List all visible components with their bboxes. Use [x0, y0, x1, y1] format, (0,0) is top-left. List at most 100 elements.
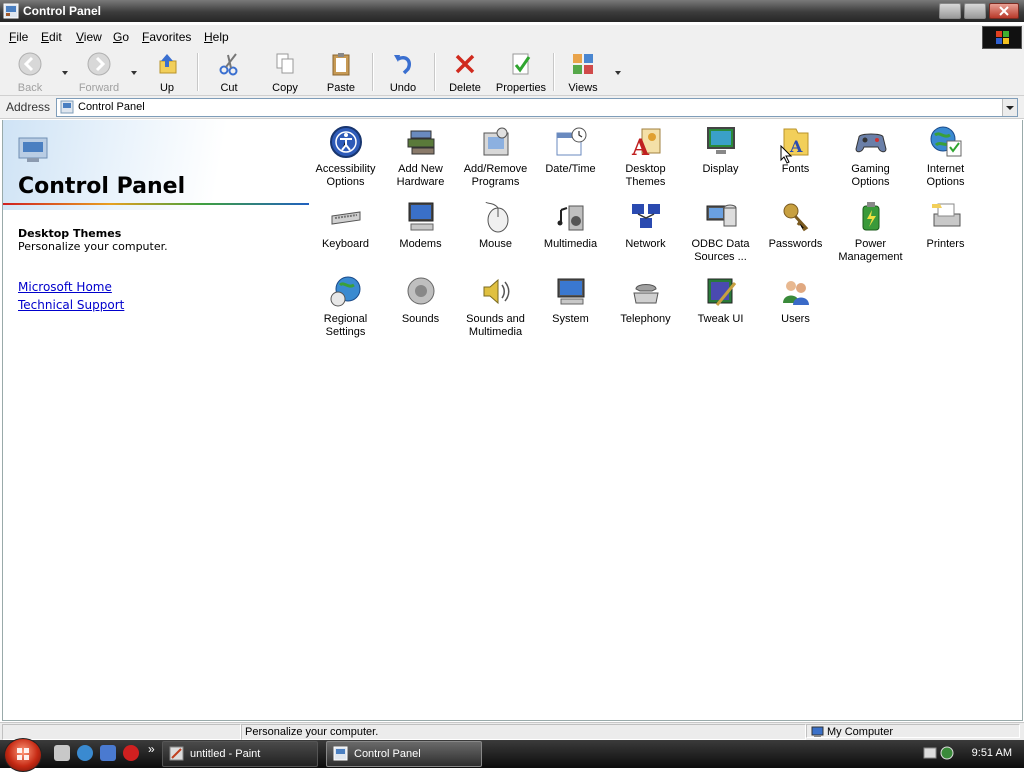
menu-favorites[interactable]: Favorites — [142, 30, 191, 44]
tweak-ui-item[interactable]: Tweak UI — [683, 273, 758, 326]
control-panel-large-icon — [18, 137, 48, 162]
views-button[interactable]: Views — [566, 51, 600, 94]
modems-item[interactable]: Modems — [383, 198, 458, 251]
menu-bar: File Edit View Go Favorites Help — [0, 25, 1024, 50]
quicklaunch-overflow-chevron[interactable]: » — [148, 742, 155, 756]
title-divider — [3, 203, 309, 205]
svg-text:A: A — [631, 135, 650, 159]
network-icon — [631, 204, 660, 228]
menu-view[interactable]: View — [76, 30, 102, 44]
technical-support-link[interactable]: Technical Support — [18, 298, 124, 312]
status-message: Personalize your computer. — [241, 724, 806, 740]
modem-icon — [408, 202, 433, 231]
quicklaunch-internet-explorer-icon[interactable] — [77, 745, 93, 761]
date-time-item[interactable]: Date/Time — [533, 123, 608, 176]
clipboard-icon — [332, 53, 350, 76]
views-grid-icon — [573, 54, 593, 74]
address-value: Control Panel — [78, 101, 145, 113]
power-management-item[interactable]: Power Management — [833, 198, 908, 264]
menu-help[interactable]: Help — [204, 30, 229, 44]
windows-logo-throbber — [982, 26, 1022, 49]
undo-arrow-icon — [394, 55, 411, 75]
gaming-options-item[interactable]: Gaming Options — [833, 123, 908, 189]
page-title: Control Panel — [18, 174, 186, 199]
copy-button[interactable]: Copy — [268, 51, 302, 94]
selected-item-name: Desktop Themes — [18, 227, 122, 240]
cut-button[interactable]: Cut — [212, 51, 246, 94]
mouse-icon — [485, 201, 508, 233]
paste-button[interactable]: Paste — [323, 51, 359, 94]
system-tray: 9:51 AM — [920, 740, 1024, 768]
start-button[interactable] — [4, 738, 42, 772]
network-item[interactable]: Network — [608, 198, 683, 251]
menu-edit[interactable]: Edit — [41, 30, 62, 44]
close-button[interactable] — [989, 3, 1019, 19]
close-icon — [999, 6, 1009, 16]
forward-arrow-icon — [87, 52, 111, 76]
odbc-data-sources-item[interactable]: ODBC Data Sources ... — [683, 198, 758, 264]
printers-item[interactable]: Printers — [908, 198, 983, 251]
properties-icon — [512, 53, 531, 75]
maximize-button[interactable] — [964, 3, 986, 19]
toolbar-separator — [372, 53, 374, 91]
clock[interactable]: 9:51 AM — [972, 747, 1012, 759]
keys-icon — [783, 203, 808, 232]
internet-options-item[interactable]: Internet Options — [908, 123, 983, 189]
control-panel-small-icon — [60, 100, 74, 114]
views-dropdown[interactable] — [615, 71, 621, 75]
delete-button[interactable]: Delete — [446, 51, 484, 94]
status-zone: My Computer — [806, 724, 1020, 738]
back-dropdown[interactable] — [62, 71, 68, 75]
monitor-icon — [706, 127, 735, 154]
microsoft-home-link[interactable]: Microsoft Home — [18, 280, 112, 294]
up-button[interactable]: Up — [150, 51, 184, 94]
back-arrow-icon — [18, 52, 42, 76]
forward-dropdown[interactable] — [131, 71, 137, 75]
menu-go[interactable]: Go — [113, 30, 129, 44]
quicklaunch-opera-icon[interactable] — [123, 745, 139, 761]
globe-icon — [930, 126, 961, 157]
up-folder-icon — [159, 54, 177, 74]
passwords-item[interactable]: Passwords — [758, 198, 833, 251]
system-item[interactable]: System — [533, 273, 608, 326]
control-panel-small-icon — [333, 746, 348, 761]
sound-multimedia-icon — [483, 278, 509, 305]
display-item[interactable]: Display — [683, 123, 758, 176]
back-button[interactable]: Back — [10, 51, 50, 94]
forward-button[interactable]: Forward — [76, 51, 122, 94]
accessibility-options-item[interactable]: Accessibility Options — [308, 123, 383, 189]
copy-icon — [276, 53, 294, 74]
undo-button[interactable]: Undo — [385, 51, 421, 94]
menu-file[interactable]: File — [9, 30, 28, 44]
address-bar: Address Control Panel — [0, 96, 1024, 119]
add-new-hardware-item[interactable]: Add New Hardware — [383, 123, 458, 189]
my-computer-icon — [811, 726, 824, 737]
minimize-button[interactable] — [939, 3, 961, 19]
telephony-item[interactable]: Telephony — [608, 273, 683, 326]
folder-view: Control Panel Desktop Themes Personalize… — [2, 120, 1023, 721]
users-item[interactable]: Users — [758, 273, 833, 326]
address-field[interactable]: Control Panel — [56, 98, 1018, 117]
keyboard-item[interactable]: Keyboard — [308, 198, 383, 251]
title-bar[interactable]: Control Panel — [0, 0, 1024, 22]
taskbar: » untitled - Paint Control Panel 9:51 AM — [0, 738, 1024, 772]
toolbar-separator — [197, 53, 199, 91]
web-view-pane: Control Panel Desktop Themes Personalize… — [3, 120, 309, 720]
properties-button[interactable]: Properties — [495, 51, 547, 94]
quicklaunch-desktop-icon[interactable] — [54, 745, 70, 761]
sounds-and-multimedia-item[interactable]: Sounds and Multimedia — [458, 273, 533, 339]
fonts-item[interactable]: A Fonts — [758, 123, 833, 176]
quicklaunch-outlook-icon[interactable] — [100, 745, 116, 761]
themes-icon: A — [631, 128, 660, 161]
standard-toolbar: Back Forward Up Cut Copy Paste Undo Dele… — [0, 49, 1024, 96]
desktop-themes-item[interactable]: A Desktop Themes — [608, 123, 683, 189]
multimedia-item[interactable]: Multimedia — [533, 198, 608, 251]
task-control-panel[interactable]: Control Panel — [326, 741, 482, 767]
address-dropdown-button[interactable] — [1002, 99, 1017, 116]
sounds-item[interactable]: Sounds — [383, 273, 458, 326]
mouse-item[interactable]: Mouse — [458, 198, 533, 251]
add-remove-programs-item[interactable]: Add/Remove Programs — [458, 123, 533, 189]
task-paint[interactable]: untitled - Paint — [162, 741, 318, 767]
regional-settings-item[interactable]: Regional Settings — [308, 273, 383, 339]
window-title: Control Panel — [23, 4, 102, 18]
